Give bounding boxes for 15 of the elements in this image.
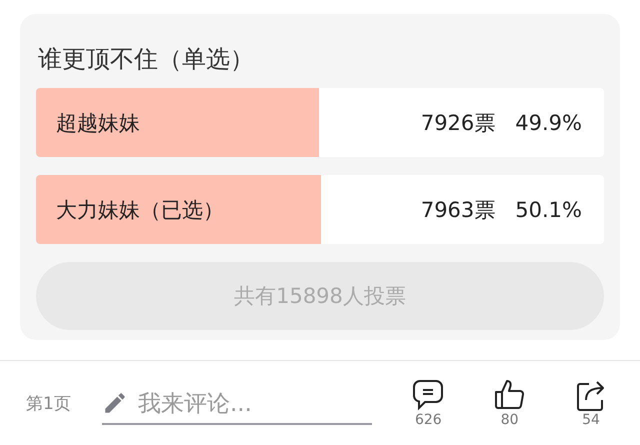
vote-count: 7926票 — [420, 110, 496, 136]
like-count: 80 — [500, 412, 519, 428]
vote-percent: 50.1% — [515, 198, 582, 222]
poll-option[interactable]: 超越妹妹 7926票 49.9% — [36, 88, 604, 157]
comment-icon[interactable] — [412, 378, 444, 412]
share-count: 54 — [582, 412, 600, 428]
comment-count: 626 — [414, 412, 442, 428]
poll-title: 谁更顶不住（单选） — [38, 44, 255, 75]
poll-option[interactable]: 大力妹妹（已选） 7963票 50.1% — [36, 175, 604, 244]
vote-count: 7963票 — [420, 196, 496, 224]
page-number: 第1页 — [26, 392, 72, 414]
thumbs-up-icon[interactable] — [492, 378, 527, 412]
option-label: 大力妹妹（已选） — [56, 196, 225, 224]
option-label: 超越妹妹 — [56, 110, 141, 136]
vote-percent: 49.9% — [515, 110, 582, 134]
